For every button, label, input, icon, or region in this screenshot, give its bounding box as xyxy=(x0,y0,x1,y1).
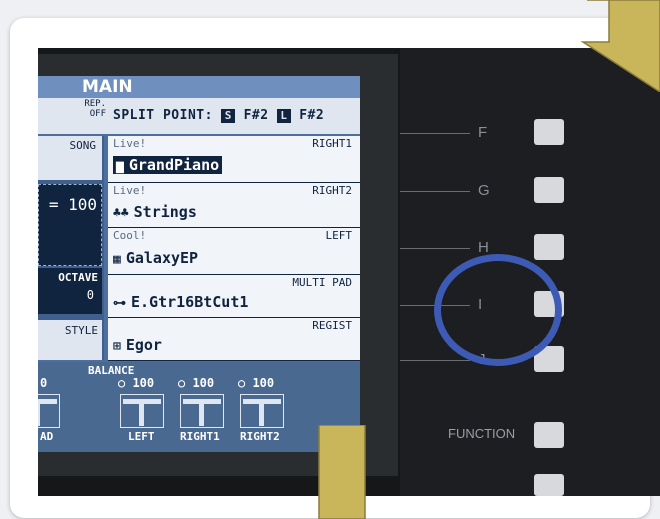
voice-part: RIGHT2 xyxy=(312,184,352,197)
rep-label: REP. xyxy=(84,99,106,109)
song-cell[interactable]: SONG xyxy=(38,136,102,180)
fader[interactable] xyxy=(240,394,284,428)
balance-value: ○ 100 xyxy=(178,376,215,390)
highlight-circle xyxy=(434,254,562,366)
lcd-title: MAIN xyxy=(82,77,133,97)
lcd-screen: MAIN REP. OFF SPLIT POINT: S F#2 L F#2 S… xyxy=(38,76,360,452)
voice-name-text: GalaxyEP xyxy=(125,249,199,267)
fader[interactable] xyxy=(180,394,224,428)
top-caption-cropped: ​ xyxy=(0,0,660,20)
balance-value: 0 xyxy=(40,376,48,390)
octave-value: 0 xyxy=(86,288,94,302)
button-letter: G xyxy=(478,182,490,199)
row-f: F xyxy=(400,119,660,149)
guitar-icon: ⊶ xyxy=(113,296,126,311)
voice-name-text: Strings xyxy=(133,203,197,221)
voice-part: RIGHT1 xyxy=(312,137,352,150)
balance-value: ○ 100 xyxy=(118,376,155,390)
button-letter: F xyxy=(478,124,488,141)
balance-value: ○ 100 xyxy=(238,376,275,390)
divider xyxy=(400,248,470,249)
fader[interactable] xyxy=(120,394,164,428)
style-cell[interactable]: STYLE xyxy=(38,320,102,360)
piano-icon: ▆ xyxy=(116,159,124,174)
fader[interactable] xyxy=(38,394,60,428)
voice-name: ▦ GalaxyEP xyxy=(113,249,198,267)
split-l-icon: L xyxy=(276,108,291,123)
divider xyxy=(400,133,470,134)
voice-regist[interactable]: REGIST ⊞ Egor xyxy=(108,318,360,361)
voice-multi-pad[interactable]: MULTI PAD ⊶ E.Gtr16BtCut1 xyxy=(108,275,360,318)
voice-left[interactable]: Cool! LEFT ▦ GalaxyEP xyxy=(108,228,360,275)
fader-label: LEFT xyxy=(128,430,155,443)
voice-name-text: E.Gtr16BtCut1 xyxy=(131,293,249,311)
octave-cell[interactable]: OCTAVE 0 xyxy=(38,268,102,314)
lower-button[interactable] xyxy=(534,474,564,496)
fader-label: RIGHT2 xyxy=(240,430,280,443)
octave-label: OCTAVE xyxy=(58,271,98,284)
voice-name: ⊶ E.Gtr16BtCut1 xyxy=(113,293,248,311)
f-button[interactable] xyxy=(534,119,564,145)
flag-icon: ⊞ xyxy=(113,339,121,354)
button-letter: H xyxy=(478,239,489,256)
function-button[interactable] xyxy=(534,422,564,448)
voice-sub: Live! xyxy=(113,184,147,197)
lcd-title-bar: MAIN xyxy=(38,76,360,98)
g-button[interactable] xyxy=(534,177,564,203)
voice-name-text: GrandPiano xyxy=(128,156,220,174)
voice-sub: Live! xyxy=(113,137,147,150)
row-h: H xyxy=(400,234,660,264)
keyboard-icon: ▦ xyxy=(113,252,121,267)
fader-label: RIGHT1 xyxy=(180,430,220,443)
voice-part: REGIST xyxy=(312,319,352,332)
voice-name-text: Egor xyxy=(125,336,162,354)
fader-label: AD xyxy=(40,430,54,443)
voice-part: LEFT xyxy=(325,229,353,242)
lcd-left-panel: SONG = 100 OCTAVE 0 STYLE xyxy=(38,136,104,360)
divider xyxy=(400,191,470,192)
split-s-icon: S xyxy=(221,108,236,123)
voice-name: ⊞ Egor xyxy=(113,336,162,354)
voice-part: MULTI PAD xyxy=(292,276,352,289)
function-label: FUNCTION xyxy=(448,426,516,441)
style-label: STYLE xyxy=(64,324,98,337)
voice-right2[interactable]: Live! RIGHT2 ♣♣ Strings xyxy=(108,183,360,228)
corner-arrow-icon xyxy=(563,0,660,92)
split-l-value: F#2 xyxy=(299,108,325,123)
row-g: G xyxy=(400,177,660,207)
split-s-value: F#2 xyxy=(243,108,269,123)
divider xyxy=(400,360,470,361)
rep-indicator: REP. OFF xyxy=(82,99,106,119)
song-label: SONG xyxy=(69,139,97,152)
split-point-label: SPLIT POINT: xyxy=(113,108,213,123)
voice-right1[interactable]: Live! RIGHT1 ▆ GrandPiano xyxy=(108,136,360,183)
split-point: SPLIT POINT: S F#2 L F#2 xyxy=(113,108,324,123)
strings-icon: ♣♣ xyxy=(113,206,129,221)
rep-value: OFF xyxy=(89,109,106,119)
down-arrow-icon xyxy=(315,425,369,519)
split-point-row: REP. OFF SPLIT POINT: S F#2 L F#2 xyxy=(38,98,360,134)
voice-name: ▆ GrandPiano xyxy=(113,156,223,174)
tempo-cell[interactable]: = 100 xyxy=(38,184,102,266)
voice-name: ♣♣ Strings xyxy=(113,203,197,221)
balance-panel: BALANCE ○ 100 ○ 100 ○ 100 0 AD LEFT RIGH… xyxy=(38,362,360,452)
tempo-value: = 100 xyxy=(48,195,97,214)
voice-sub: Cool! xyxy=(113,229,147,242)
h-button[interactable] xyxy=(534,234,564,260)
